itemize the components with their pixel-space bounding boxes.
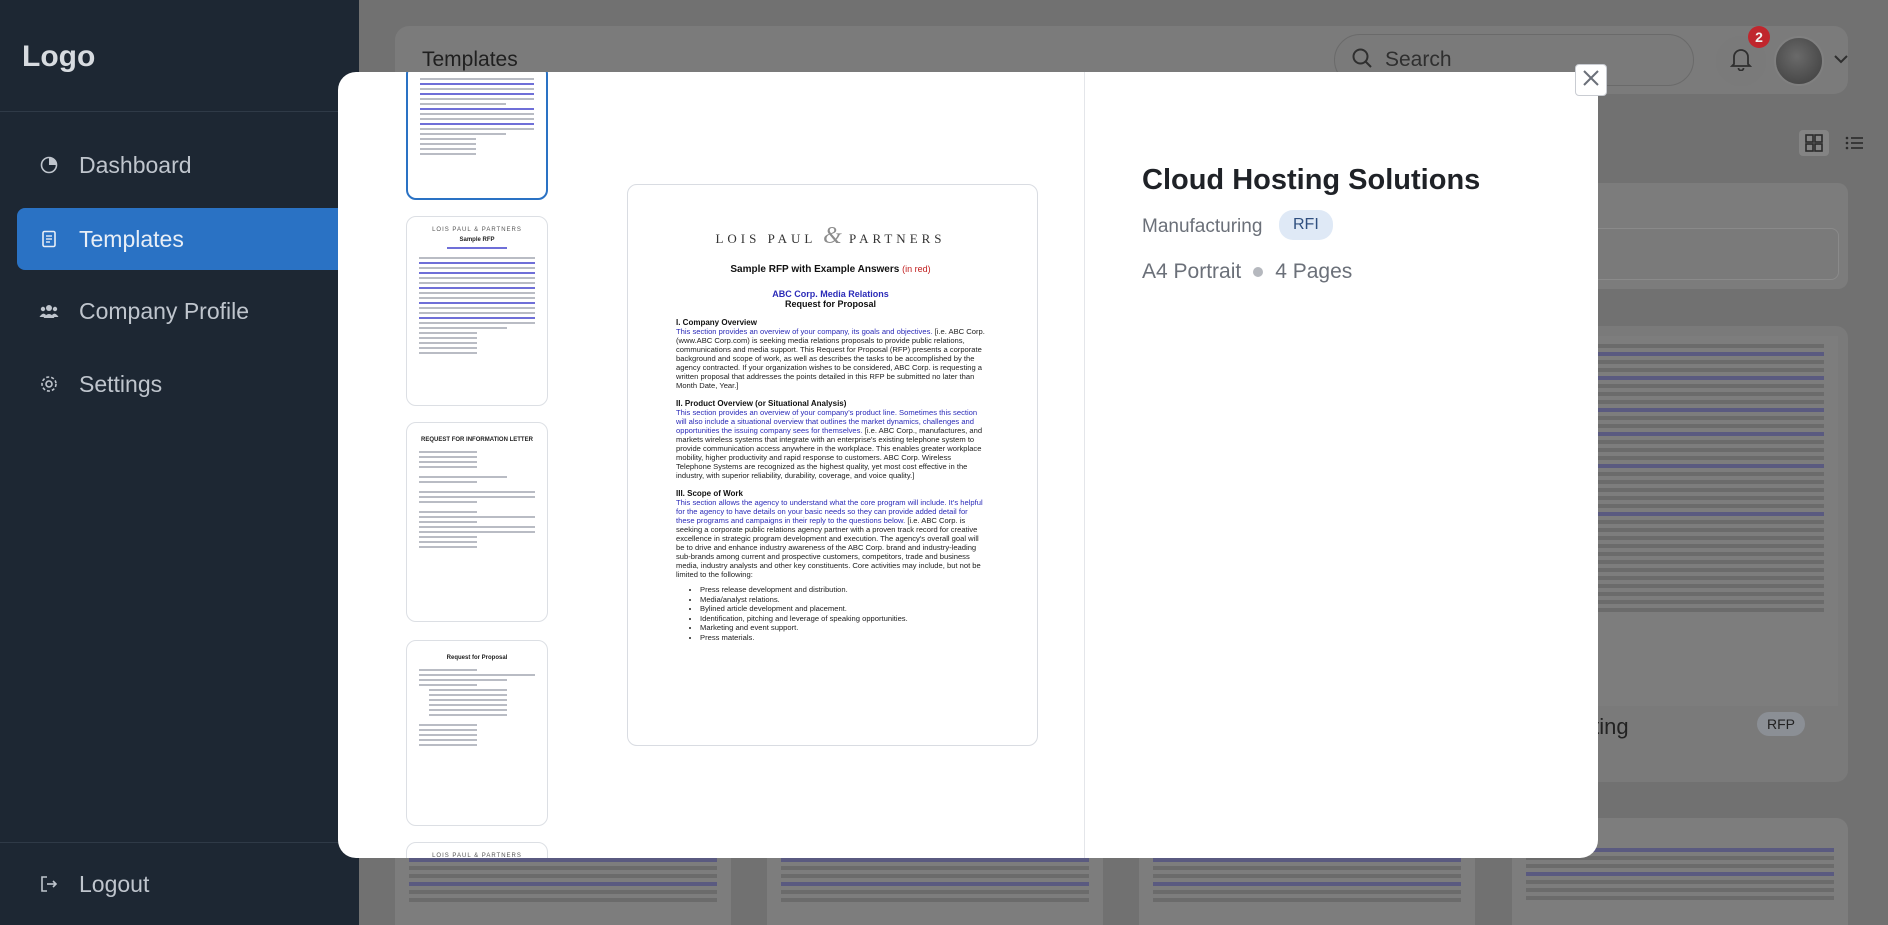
sidebar-item-settings[interactable]: Settings (17, 353, 359, 415)
page-preview: LOIS PAUL & PARTNERS Sample RFP with Exa… (627, 184, 1038, 746)
logout-icon (39, 874, 59, 894)
logo[interactable]: Logo (22, 40, 95, 74)
chevron-down-icon[interactable] (1833, 52, 1849, 70)
list-item: Marketing and event support. (700, 623, 985, 633)
preview-subtitle: Request for Proposal (784, 299, 876, 309)
logout-button[interactable]: Logout (17, 866, 149, 902)
template-page-count: 4 Pages (1275, 260, 1353, 283)
notification-badge: 2 (1748, 26, 1770, 48)
logout-label: Logout (79, 870, 150, 897)
page-thumbnail-2[interactable]: LOIS PAUL & PARTNERS Sample RFP (406, 216, 548, 406)
page-thumbnail-4[interactable]: Request for Proposal (406, 640, 548, 826)
preview-bullet-list: Press release development and distributi… (676, 585, 985, 642)
template-meta: A4 Portrait 4 Pages (1142, 260, 1352, 284)
page-thumbnail-5[interactable]: LOIS PAUL & PARTNERS (406, 842, 548, 858)
grid-view-icon[interactable] (1799, 130, 1829, 156)
view-toggle (1799, 130, 1869, 156)
preview-paragraph: This section provides an overview of you… (676, 327, 985, 390)
close-icon (1582, 69, 1600, 92)
list-item: Press materials. (700, 633, 985, 643)
list-item: Press release development and distributi… (700, 585, 985, 595)
preview-title: Sample RFP with Example Answers (in red) (730, 264, 931, 275)
close-button[interactable] (1575, 64, 1607, 96)
list-item: Identification, pitching and leverage of… (700, 614, 985, 624)
preview-paragraph: This section provides an overview of you… (676, 408, 983, 480)
sidebar: Logo Dashboard Templates Company Profile… (0, 0, 359, 925)
preview-section-heading: II. Product Overview (or Situational Ana… (676, 399, 847, 408)
card-tag: RFP (1757, 712, 1805, 736)
separator-dot (1253, 267, 1264, 277)
page-thumbnail-3[interactable]: REQUEST FOR INFORMATION LETTER (406, 422, 548, 622)
preview-pane: LOIS PAUL & PARTNERS Sample RFP REQUEST … (338, 72, 1085, 858)
list-item: Bylined article development and placemen… (700, 604, 985, 614)
sidebar-item-label: Settings (79, 370, 163, 397)
bell-icon (1729, 47, 1753, 76)
preview-subtitle: ABC Corp. Media Relations (772, 289, 889, 299)
page-thumbnail-1[interactable] (406, 72, 548, 200)
template-type-badge: RFI (1279, 210, 1333, 240)
avatar[interactable] (1774, 36, 1824, 86)
search-icon (1351, 47, 1373, 74)
page-title: Templates (422, 48, 518, 71)
preview-brand: LOIS PAUL & PARTNERS (715, 223, 946, 249)
preview-section-heading: I. Company Overview (676, 318, 757, 327)
users-icon (39, 301, 59, 321)
sidebar-item-label: Company Profile (79, 297, 250, 324)
sidebar-divider (0, 842, 359, 843)
template-format: A4 Portrait (1142, 260, 1242, 283)
sidebar-item-company-profile[interactable]: Company Profile (17, 280, 359, 342)
sidebar-item-dashboard[interactable]: Dashboard (17, 134, 359, 196)
list-view-icon[interactable] (1839, 130, 1869, 156)
list-item: Media/analyst relations. (700, 595, 985, 605)
gear-icon (39, 374, 59, 394)
sidebar-item-label: Dashboard (79, 151, 192, 178)
preview-section-heading: III. Scope of Work (676, 489, 743, 498)
sidebar-item-label: Templates (79, 225, 184, 252)
search-placeholder: Search (1385, 48, 1452, 71)
document-icon (39, 229, 59, 249)
pie-chart-icon (39, 155, 59, 175)
preview-paragraph: This section allows the agency to unders… (676, 498, 983, 579)
sidebar-divider (0, 111, 359, 112)
template-preview-modal: LOIS PAUL & PARTNERS Sample RFP REQUEST … (338, 72, 1598, 858)
sidebar-item-templates[interactable]: Templates (17, 208, 359, 270)
template-title: Cloud Hosting Solutions (1142, 164, 1481, 196)
template-category: Manufacturing (1142, 216, 1263, 237)
